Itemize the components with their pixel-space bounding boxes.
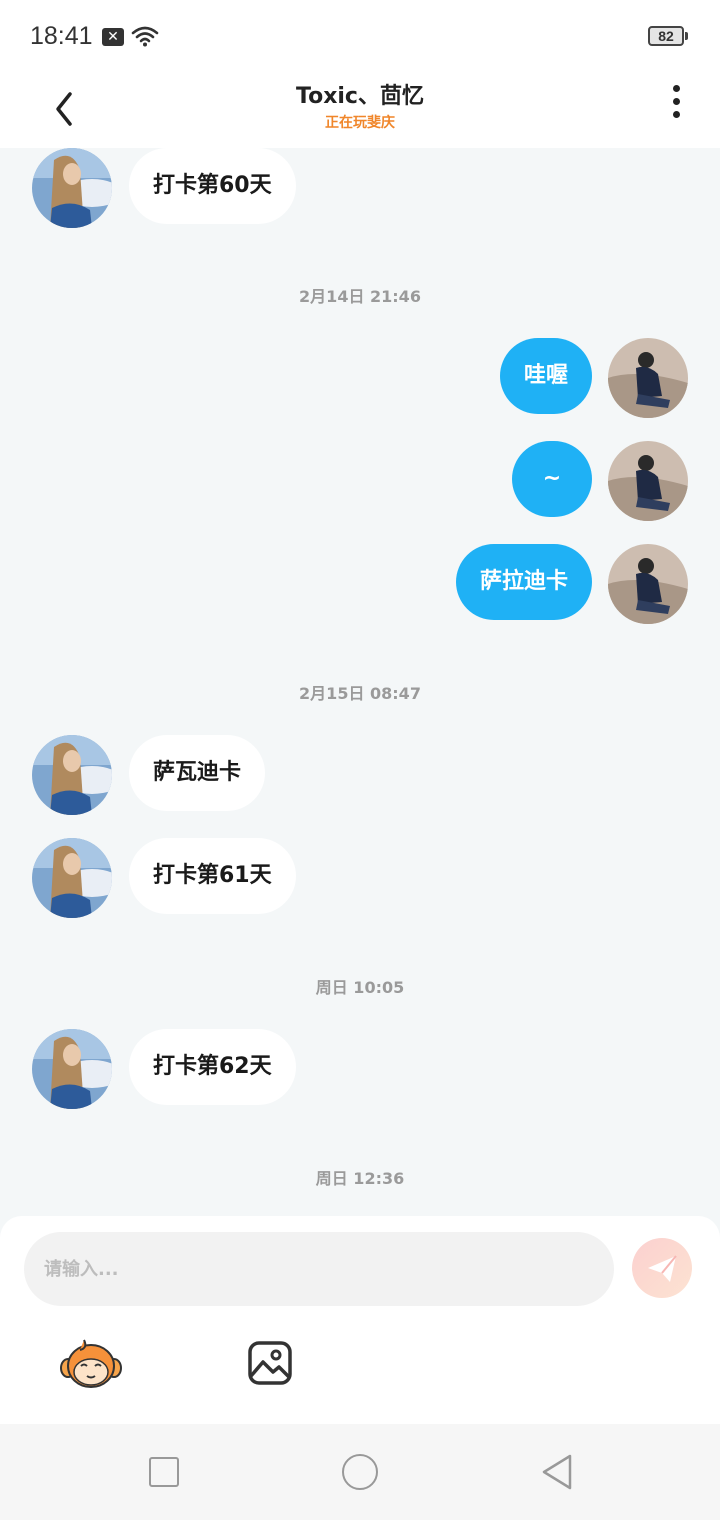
- system-navigation-bar: [0, 1424, 720, 1520]
- status-bar: 18:41 ✕ 82: [0, 0, 720, 70]
- chat-title: Toxic、茴忆: [296, 84, 424, 109]
- timestamp: 2月14日 21:46: [299, 287, 421, 306]
- send-button[interactable]: [632, 1238, 692, 1298]
- input-panel: [0, 1216, 720, 1424]
- more-vertical-icon[interactable]: [660, 82, 692, 122]
- contact-avatar[interactable]: [32, 735, 112, 815]
- message-bubble-incoming[interactable]: 打卡第60天: [129, 148, 296, 224]
- monkey-emoji-icon[interactable]: [60, 1336, 122, 1390]
- notification-x-icon: ✕: [102, 28, 124, 46]
- status-time: 18:41: [30, 22, 93, 50]
- timestamp: 周日 10:05: [315, 978, 405, 997]
- message-bubble-outgoing[interactable]: 哇喔: [499, 338, 592, 414]
- user-avatar[interactable]: [608, 441, 688, 521]
- user-avatar[interactable]: [608, 544, 688, 624]
- wifi-icon: [131, 26, 159, 47]
- message-input[interactable]: [24, 1232, 614, 1306]
- back-triangle-icon[interactable]: [538, 1452, 576, 1492]
- image-icon[interactable]: [247, 1340, 293, 1386]
- chat-status: 正在玩斐庆: [325, 115, 395, 131]
- timestamp: 周日 12:36: [315, 1169, 405, 1188]
- message-bubble-outgoing[interactable]: 萨拉迪卡: [455, 544, 592, 620]
- timestamp: 2月15日 08:47: [299, 684, 421, 703]
- chat-header: Toxic、茴忆 正在玩斐庆: [0, 70, 720, 148]
- message-list[interactable]: 打卡第60天 2月14日 21:46 哇喔 ~ 萨拉迪卡 2月15日 08:47…: [0, 148, 720, 1216]
- battery-indicator: 82: [648, 26, 684, 46]
- user-avatar[interactable]: [608, 338, 688, 418]
- message-bubble-incoming[interactable]: 萨瓦迪卡: [129, 735, 266, 811]
- message-bubble-outgoing[interactable]: ~: [512, 441, 592, 517]
- message-bubble-incoming[interactable]: 打卡第61天: [129, 838, 296, 914]
- contact-avatar[interactable]: [32, 1029, 112, 1109]
- paper-plane-icon: [648, 1255, 677, 1282]
- battery-tip: [685, 32, 688, 40]
- recent-apps-button[interactable]: [149, 1457, 179, 1487]
- message-bubble-incoming[interactable]: 打卡第62天: [129, 1029, 296, 1105]
- contact-avatar[interactable]: [32, 148, 112, 228]
- contact-avatar[interactable]: [32, 838, 112, 918]
- home-button[interactable]: [342, 1454, 378, 1490]
